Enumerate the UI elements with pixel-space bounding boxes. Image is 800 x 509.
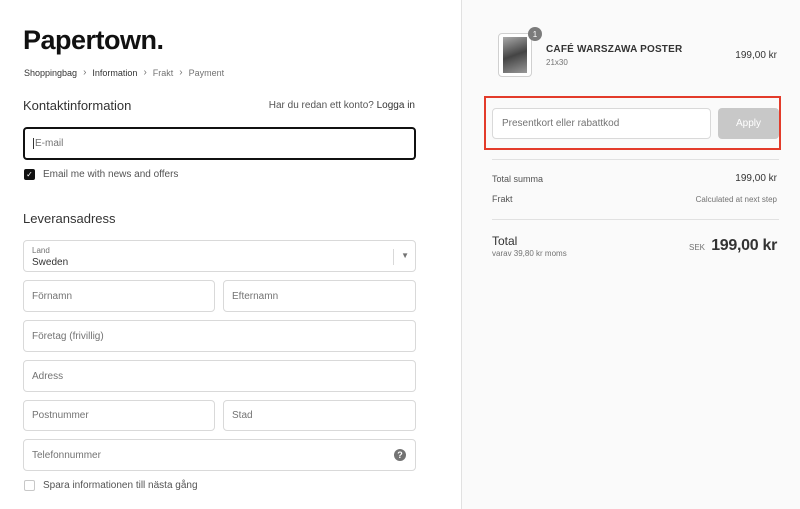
last-name-placeholder: Efternamn: [232, 290, 279, 302]
subtotal-value: 199,00 kr: [735, 173, 777, 184]
postal-code-placeholder: Postnummer: [32, 410, 89, 421]
apply-button[interactable]: Apply: [718, 108, 779, 139]
city-placeholder: Stad: [232, 410, 253, 421]
currency-code: SEK: [688, 243, 705, 252]
product-name: CAFÉ WARSZAWA POSTER: [546, 44, 683, 55]
newsletter-checkbox[interactable]: ✓: [24, 169, 35, 180]
breadcrumb: Shoppingbag › Information › Frakt › Paym…: [24, 67, 224, 78]
product-variant: 21x30: [546, 58, 568, 67]
discount-placeholder: Presentkort eller rabattkod: [502, 118, 620, 129]
newsletter-label: Email me with news and offers: [43, 169, 179, 180]
total-divider: [492, 219, 779, 220]
shipping-label: Frakt: [492, 194, 513, 204]
save-info-option[interactable]: Spara informationen till nästa gång: [24, 480, 198, 491]
shipping-section-title: Leveransadress: [23, 211, 116, 226]
chevron-down-icon: ▼: [401, 251, 409, 260]
tax-note: varav 39,80 kr moms: [492, 249, 567, 258]
newsletter-option[interactable]: ✓ Email me with news and offers: [24, 169, 178, 180]
subtotal-label: Total summa: [492, 174, 544, 184]
postal-code-input[interactable]: Postnummer: [23, 400, 215, 431]
help-icon[interactable]: ?: [394, 449, 406, 461]
discount-code-input[interactable]: Presentkort eller rabattkod: [492, 108, 711, 139]
country-label: Land: [32, 246, 50, 255]
breadcrumb-information: Information: [92, 67, 138, 78]
first-name-placeholder: Förnamn: [32, 290, 73, 302]
chevron-right-icon: ›: [83, 67, 87, 78]
save-info-label: Spara informationen till nästa gång: [43, 480, 198, 491]
breadcrumb-payment: Payment: [188, 67, 225, 78]
login-link[interactable]: Logga in: [377, 100, 415, 111]
breadcrumb-shoppingbag[interactable]: Shoppingbag: [24, 68, 77, 78]
phone-placeholder: Telefonnummer: [32, 449, 101, 461]
product-thumbnail: [498, 33, 532, 77]
product-price: 199,00 kr: [735, 50, 777, 61]
save-info-checkbox[interactable]: [24, 480, 35, 491]
text-caret: [33, 138, 34, 149]
summary-divider: [492, 159, 779, 160]
select-divider: [393, 249, 394, 265]
last-name-input[interactable]: Efternamn: [223, 280, 416, 312]
breadcrumb-frakt: Frakt: [152, 67, 174, 78]
login-prompt: Har du redan ett konto? Logga in: [269, 100, 415, 111]
address-placeholder: Adress: [32, 370, 64, 382]
quantity-badge: 1: [528, 27, 542, 41]
order-summary: 1 CAFÉ WARSZAWA POSTER 21x30 199,00 kr P…: [461, 0, 800, 509]
company-placeholder: Företag (frivillig): [32, 330, 104, 342]
email-input[interactable]: E-mail: [23, 127, 416, 160]
poster-image: [503, 37, 527, 73]
first-name-input[interactable]: Förnamn: [23, 280, 215, 312]
country-select[interactable]: Land Sweden ▼: [23, 240, 416, 272]
address-input[interactable]: Adress: [23, 360, 416, 392]
chevron-right-icon: ›: [179, 67, 183, 78]
phone-input[interactable]: Telefonnummer ?: [23, 439, 416, 471]
shipping-value: Calculated at next step: [695, 195, 777, 204]
login-prompt-text: Har du redan ett konto?: [268, 100, 374, 111]
company-input[interactable]: Företag (frivillig): [23, 320, 416, 352]
city-input[interactable]: Stad: [223, 400, 416, 431]
total-amount: 199,00 kr: [711, 237, 777, 254]
brand-logo[interactable]: Papertown.: [23, 25, 164, 56]
country-value: Sweden: [32, 257, 69, 268]
chevron-right-icon: ›: [143, 67, 147, 78]
checkout-main: Papertown. Shoppingbag › Information › F…: [0, 0, 461, 509]
email-placeholder: E-mail: [35, 138, 64, 149]
total-label: Total: [492, 234, 518, 248]
contact-section-title: Kontaktinformation: [23, 98, 132, 113]
